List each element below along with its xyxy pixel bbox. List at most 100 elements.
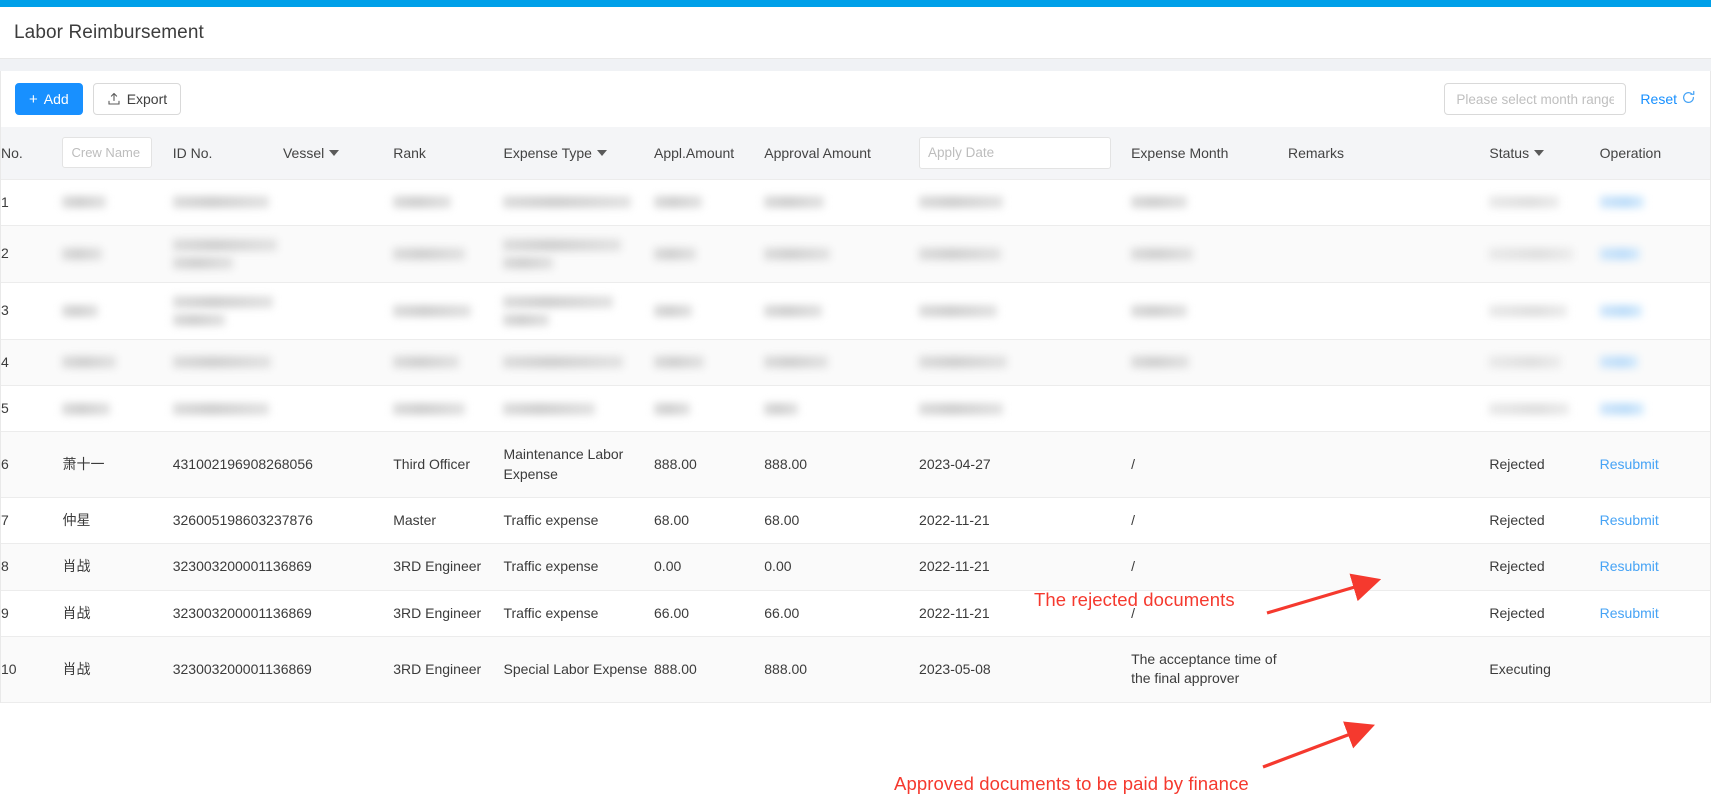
- cell-operation[interactable]: Resubmit: [1599, 590, 1710, 638]
- header-gutter: [0, 59, 1711, 71]
- table-row: 4: [1, 339, 1710, 387]
- resubmit-link[interactable]: Resubmit: [1600, 456, 1659, 472]
- cell-no: 8: [1, 543, 63, 591]
- column-header-approval-amount: Approval Amount: [764, 127, 920, 180]
- cell-redacted: [1489, 179, 1600, 226]
- cell-redacted: [1287, 225, 1490, 283]
- cell-redacted: [654, 225, 765, 283]
- redacted-block: [1131, 196, 1188, 209]
- cell-redacted: [1131, 339, 1288, 387]
- cell-redacted: [393, 339, 504, 387]
- cell-status: Executing: [1489, 636, 1600, 703]
- cell-redacted: [62, 225, 173, 283]
- cell-approval-amount: 0.00: [764, 543, 920, 591]
- redacted-block: [919, 304, 998, 317]
- cell-id-no: 431002196908268056: [172, 431, 313, 499]
- cell-status: Rejected: [1489, 590, 1600, 638]
- cell-rank: 3RD Engineer: [393, 590, 504, 638]
- column-header-rank: Rank: [393, 127, 504, 180]
- cell-no: 10: [1, 636, 63, 703]
- resubmit-link[interactable]: Resubmit: [1600, 605, 1659, 621]
- table-row: 5: [1, 385, 1710, 433]
- cell-appl-amount: 0.00: [654, 543, 765, 591]
- cell-remarks: [1287, 590, 1490, 638]
- cell-redacted: [172, 225, 283, 283]
- cell-redacted: [1131, 282, 1288, 340]
- cell-operation[interactable]: Resubmit: [1599, 497, 1710, 545]
- cell-status: Rejected: [1489, 543, 1600, 591]
- vessel-filter[interactable]: Vessel: [283, 145, 340, 161]
- reset-label: Reset: [1640, 91, 1677, 107]
- redacted-block: [919, 196, 1004, 209]
- status-filter[interactable]: Status: [1489, 145, 1545, 161]
- cell-redacted: [1599, 179, 1710, 226]
- cell-redacted: [1489, 385, 1600, 433]
- cell-apply-date: 2022-11-21: [919, 497, 1132, 545]
- cell-expense-type: Maintenance Labor Expense: [503, 431, 655, 499]
- cell-redacted: [1287, 385, 1490, 433]
- add-button[interactable]: + Add: [15, 83, 83, 115]
- export-button[interactable]: Export: [92, 83, 182, 115]
- reset-button[interactable]: Reset: [1640, 90, 1696, 108]
- cell-status: Rejected: [1489, 497, 1600, 545]
- redacted-block: [1599, 196, 1644, 209]
- upload-icon: [107, 92, 121, 106]
- cell-redacted: [503, 225, 655, 283]
- redacted-block: [503, 238, 622, 251]
- refresh-icon: [1681, 90, 1696, 108]
- plus-icon: +: [29, 90, 38, 108]
- redacted-block: [1489, 402, 1570, 415]
- cell-status: Rejected: [1489, 431, 1600, 499]
- cell-redacted: [62, 339, 173, 387]
- expense-type-filter[interactable]: Expense Type: [503, 145, 607, 161]
- cell-remarks: [1287, 543, 1490, 591]
- redacted-block: [393, 356, 460, 369]
- table-header-row: No. ID No. Vessel Rank Expense Type: [1, 127, 1710, 180]
- redacted-block: [172, 196, 269, 209]
- cell-redacted: [654, 179, 765, 226]
- column-header-id-no: ID No.: [172, 127, 283, 180]
- annotation-approved-note: Approved documents to be paid by finance: [894, 773, 1249, 794]
- page-title: Labor Reimbursement: [14, 21, 204, 43]
- chevron-down-icon[interactable]: [1534, 149, 1545, 156]
- redacted-block: [1131, 247, 1194, 260]
- redacted-block: [1599, 304, 1642, 317]
- cell-operation[interactable]: Resubmit: [1599, 543, 1710, 591]
- redacted-block: [654, 196, 703, 209]
- table-row: 1: [1, 179, 1710, 226]
- month-range-input[interactable]: [1444, 83, 1627, 115]
- resubmit-link[interactable]: Resubmit: [1600, 558, 1659, 574]
- cell-no: 9: [1, 590, 63, 638]
- chevron-down-icon[interactable]: [596, 149, 607, 156]
- cell-expense-type: Traffic expense: [503, 497, 655, 545]
- cell-expense-month: /: [1131, 497, 1288, 545]
- redacted-block: [1489, 247, 1574, 260]
- cell-id-no: 326005198603237876: [172, 497, 313, 545]
- top-accent-bar: [0, 0, 1711, 7]
- cell-expense-type: Traffic expense: [503, 590, 655, 638]
- redacted-block: [62, 196, 107, 209]
- reimbursement-table: No. ID No. Vessel Rank Expense Type: [1, 127, 1710, 703]
- cell-expense-type: Special Labor Expense: [503, 636, 655, 703]
- cell-redacted: [503, 179, 655, 226]
- cell-apply-date: 2022-11-21: [919, 543, 1132, 591]
- cell-redacted: [1599, 385, 1710, 433]
- cell-expense-month: /: [1131, 431, 1288, 499]
- cell-redacted: [1131, 179, 1288, 226]
- cell-redacted: [503, 385, 655, 433]
- cell-apply-date: 2023-05-08: [919, 636, 1132, 703]
- cell-redacted: [172, 179, 283, 226]
- cell-crew-name: 肖战: [62, 636, 173, 703]
- cell-redacted: [172, 339, 283, 387]
- cell-operation[interactable]: Resubmit: [1599, 431, 1710, 499]
- cell-remarks: [1287, 431, 1490, 499]
- chevron-down-icon[interactable]: [329, 149, 340, 156]
- cell-no: 6: [1, 431, 63, 499]
- crew-name-filter-input[interactable]: [62, 137, 153, 169]
- cell-no: 5: [1, 385, 63, 433]
- apply-date-filter-input[interactable]: [919, 136, 1112, 169]
- resubmit-link[interactable]: Resubmit: [1600, 512, 1659, 528]
- cell-redacted: [282, 282, 394, 340]
- cell-redacted: [393, 225, 504, 283]
- cell-remarks: [1287, 497, 1490, 545]
